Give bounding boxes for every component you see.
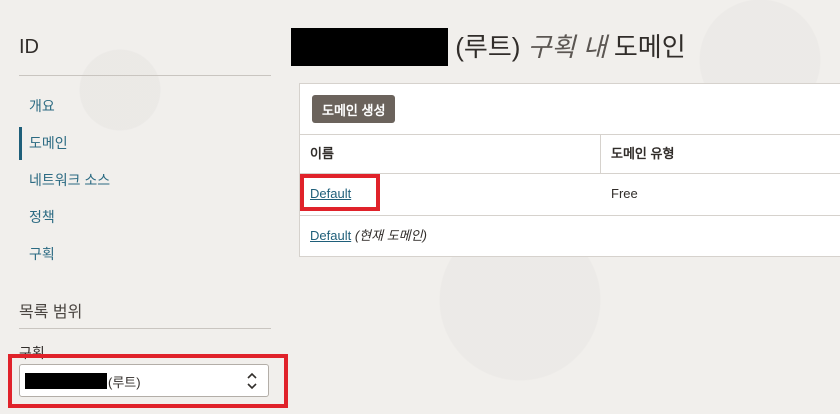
column-divider: [600, 135, 601, 173]
redaction-box: [25, 373, 107, 389]
sidebar-nav: 개요 도메인 네트워크 소스 정책 구획: [19, 88, 271, 273]
scope-divider: [19, 328, 271, 329]
compartment-value: (루트): [108, 375, 141, 390]
sidebar-item-policies[interactable]: 정책: [19, 199, 271, 236]
title-root-suffix: (루트): [455, 32, 521, 62]
current-domain-line: Default (현재 도메인): [310, 226, 427, 246]
current-domain-note: (현재 도메인): [354, 228, 427, 243]
chevron-up-down-icon: [247, 372, 257, 390]
sidebar-divider: [19, 75, 271, 76]
sidebar-item-label: 구획: [29, 246, 55, 262]
current-domain-link[interactable]: Default: [310, 228, 351, 243]
redaction-box: [291, 28, 448, 66]
page-title: (루트) 구획 내 도메인: [291, 28, 686, 66]
sidebar-item-domains[interactable]: 도메인: [19, 125, 271, 162]
list-scope-heading: 목록 범위: [19, 304, 83, 321]
domain-type-value: Free: [611, 186, 638, 201]
sidebar-item-overview[interactable]: 개요: [19, 88, 271, 125]
sidebar-item-label: 네트워크 소스: [29, 172, 111, 188]
column-header-name[interactable]: 이름: [310, 135, 334, 173]
title-in-compartment: 구획 내: [527, 32, 607, 62]
table-header: 이름 도메인 유형: [300, 134, 840, 174]
sidebar-item-label: 정책: [29, 209, 55, 225]
domains-card: 도메인 생성 이름 도메인 유형 Default Free Default (현…: [299, 83, 840, 257]
table-row: Default Free: [300, 174, 840, 216]
title-domains: 도메인: [613, 32, 686, 62]
compartment-select[interactable]: (루트): [19, 364, 269, 397]
column-header-domain-type[interactable]: 도메인 유형: [611, 135, 674, 173]
sidebar-item-compartments[interactable]: 구획: [19, 236, 271, 273]
sidebar: ID 개요 도메인 네트워크 소스 정책 구획 목록 범위 구획 (루트): [19, 0, 271, 414]
sidebar-item-label: 도메인: [29, 135, 68, 151]
create-domain-button[interactable]: 도메인 생성: [312, 95, 396, 123]
sidebar-item-network-sources[interactable]: 네트워크 소스: [19, 162, 271, 199]
sidebar-item-label: 개요: [29, 98, 55, 114]
domain-name-link[interactable]: Default: [310, 174, 351, 214]
compartment-label: 구획: [19, 345, 45, 361]
sidebar-title: ID: [19, 36, 39, 58]
